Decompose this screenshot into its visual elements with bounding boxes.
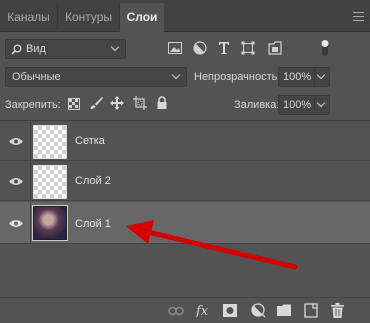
layer-row[interactable]: Сетка xyxy=(0,122,370,161)
divider xyxy=(30,162,31,200)
smart-object-filter-icon[interactable] xyxy=(268,41,282,55)
blend-mode-select[interactable]: Обычные xyxy=(5,67,187,87)
lock-all-icon[interactable] xyxy=(156,96,168,110)
tab-layers[interactable]: Слои xyxy=(120,3,164,33)
layer-row[interactable]: Слой 2 xyxy=(0,162,370,201)
link-icon[interactable] xyxy=(168,306,184,316)
fx-icon[interactable]: fx xyxy=(196,303,214,318)
layer-filter-value: Вид xyxy=(26,43,46,55)
adjustment-filter-icon[interactable] xyxy=(193,41,207,55)
opacity-label: Непрозрачность: xyxy=(194,71,281,83)
trash-icon[interactable] xyxy=(331,303,344,318)
layer-name[interactable]: Слой 1 xyxy=(75,218,111,230)
lock-label: Закрепить: xyxy=(5,99,61,111)
blend-mode-value: Обычные xyxy=(12,71,61,83)
image-filter-icon[interactable] xyxy=(168,42,182,54)
type-filter-icon[interactable] xyxy=(218,41,230,55)
layer-name[interactable]: Слой 2 xyxy=(75,175,111,187)
chevron-down-icon xyxy=(110,42,120,52)
filter-toggle-switch-icon[interactable] xyxy=(320,39,330,57)
opacity-input[interactable]: 100% xyxy=(278,67,330,87)
shape-filter-icon[interactable] xyxy=(241,41,255,55)
tab-channels[interactable]: Каналы xyxy=(0,3,58,32)
opacity-value: 100% xyxy=(283,71,312,83)
lock-artboard-icon[interactable] xyxy=(133,96,147,110)
red-arrow-annotation-icon xyxy=(126,220,298,270)
fill-value: 100% xyxy=(283,99,312,111)
chevron-down-icon xyxy=(316,98,326,108)
panel-menu-icon[interactable] xyxy=(353,12,364,21)
layers-bottom-toolbar: fx xyxy=(0,297,370,323)
lock-pixels-brush-icon[interactable] xyxy=(89,96,103,110)
layer-filter-select[interactable]: Вид xyxy=(5,39,126,59)
visibility-eye-icon[interactable] xyxy=(9,219,23,228)
layer-thumbnail-photo xyxy=(32,205,68,241)
lock-position-move-icon[interactable] xyxy=(110,96,124,110)
search-icon xyxy=(11,44,22,55)
lock-transparency-icon[interactable] xyxy=(68,98,80,110)
layer-name[interactable]: Сетка xyxy=(75,135,105,147)
adjustment-layer-icon[interactable] xyxy=(251,303,266,318)
panel-tab-bar: Каналы Контуры Слои xyxy=(0,0,370,33)
fill-label: Заливка: xyxy=(234,99,280,111)
divider xyxy=(30,202,31,243)
new-layer-icon[interactable] xyxy=(304,303,318,318)
chevron-down-icon xyxy=(171,70,181,80)
mask-icon[interactable] xyxy=(223,304,237,317)
tab-paths[interactable]: Контуры xyxy=(58,3,120,32)
visibility-eye-icon[interactable] xyxy=(9,137,23,146)
fill-input[interactable]: 100% xyxy=(278,95,330,115)
divider xyxy=(30,122,31,160)
group-folder-icon[interactable] xyxy=(277,304,292,317)
layer-thumbnail xyxy=(33,165,67,199)
visibility-eye-icon[interactable] xyxy=(9,177,23,186)
svg-text:fx: fx xyxy=(196,304,209,318)
layer-thumbnail xyxy=(33,125,67,159)
divider xyxy=(0,120,370,121)
chevron-down-icon xyxy=(316,70,326,80)
